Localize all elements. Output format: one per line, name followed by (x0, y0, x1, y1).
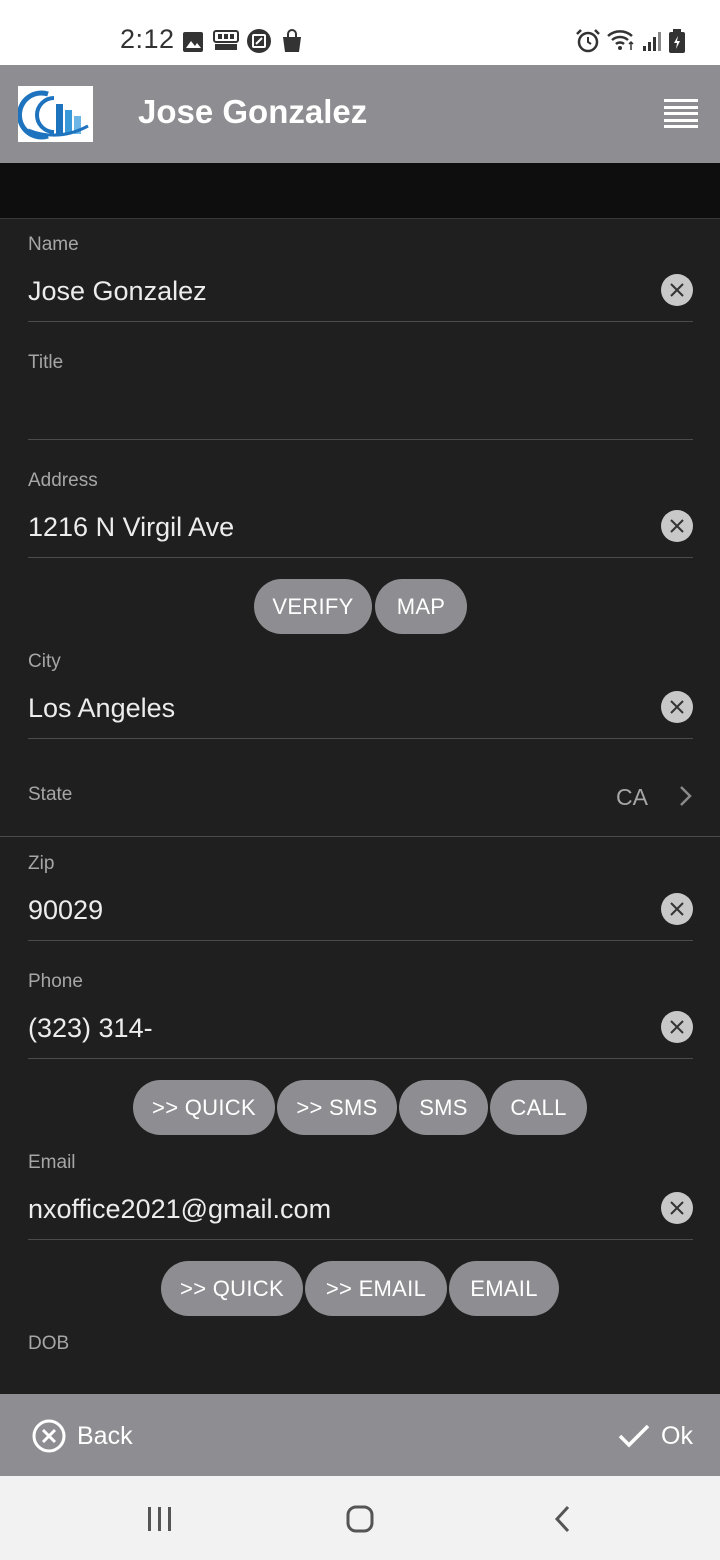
email-button[interactable]: EMAIL (449, 1261, 559, 1316)
shopping-bag-icon (283, 29, 301, 52)
sms-quick-button[interactable]: >> SMS (277, 1080, 397, 1135)
email-send-quick-button[interactable]: >> EMAIL (305, 1261, 447, 1316)
phone-input[interactable]: (323) 314- (28, 1013, 153, 1044)
address-label: Address (28, 470, 98, 491)
battery-charging-icon (669, 29, 685, 53)
zip-clear-icon[interactable] (661, 893, 693, 925)
name-underline (28, 321, 693, 322)
name-clear-icon[interactable] (661, 274, 693, 306)
zip-label: Zip (28, 853, 55, 874)
status-bar: 2:12 (0, 0, 720, 65)
zip-input[interactable]: 90029 (28, 895, 103, 926)
phone-quick-button[interactable]: >> QUICK (133, 1080, 275, 1135)
phone-label: Phone (28, 971, 83, 992)
email-clear-icon[interactable] (661, 1192, 693, 1224)
name-input[interactable]: Jose Gonzalez (28, 276, 207, 307)
address-input[interactable]: 1216 N Virgil Ave (28, 512, 234, 543)
state-divider (0, 836, 720, 837)
city-input[interactable]: Los Angeles (28, 693, 175, 724)
phone-clear-icon[interactable] (661, 1011, 693, 1043)
footer-bar: Back Ok (0, 1394, 720, 1476)
verify-button[interactable]: VERIFY (254, 579, 372, 634)
building-logo (16, 86, 93, 142)
page-title: Jose Gonzalez (138, 93, 368, 130)
state-selector[interactable]: State CA (0, 740, 720, 836)
email-underline (28, 1239, 693, 1240)
back-button[interactable]: Back (31, 1418, 133, 1454)
call-button[interactable]: CALL (490, 1080, 587, 1135)
title-label: Title (28, 352, 64, 373)
edit-square-icon (247, 29, 271, 53)
recent-apps-icon[interactable] (145, 1505, 175, 1533)
city-label: City (28, 651, 61, 672)
state-label: State (28, 784, 73, 805)
dob-label: DOB (28, 1333, 70, 1354)
status-time: 2:12 (120, 24, 175, 54)
name-label: Name (28, 234, 79, 255)
back-nav-icon[interactable] (552, 1504, 572, 1534)
email-quick-button[interactable]: >> QUICK (161, 1261, 303, 1316)
header-divider-band (0, 163, 720, 219)
app-header: Jose Gonzalez (0, 65, 720, 163)
chevron-right-icon (680, 786, 692, 806)
menu-icon[interactable] (664, 99, 698, 129)
back-label: Back (77, 1421, 133, 1450)
address-underline (28, 557, 693, 558)
phone-underline (28, 1058, 693, 1059)
image-icon (183, 32, 203, 52)
wifi-icon (607, 30, 634, 50)
ok-label: Ok (661, 1421, 693, 1450)
city-underline (28, 738, 693, 739)
email-label: Email (28, 1152, 76, 1173)
ok-button[interactable]: Ok (617, 1418, 693, 1454)
sms-button[interactable]: SMS (399, 1080, 488, 1135)
slots-blast-icon (213, 30, 239, 50)
address-clear-icon[interactable] (661, 510, 693, 542)
state-value: CA (616, 784, 648, 810)
checkmark-icon (618, 1424, 650, 1448)
close-circle-icon (32, 1419, 66, 1453)
home-icon[interactable] (345, 1504, 375, 1534)
map-button[interactable]: MAP (375, 579, 467, 634)
city-clear-icon[interactable] (661, 691, 693, 723)
email-input[interactable]: nxoffice2021@gmail.com (28, 1194, 331, 1225)
signal-icon (643, 32, 661, 51)
zip-underline (28, 940, 693, 941)
alarm-icon (576, 29, 600, 53)
title-underline (28, 439, 693, 440)
system-nav-bar (0, 1476, 720, 1560)
